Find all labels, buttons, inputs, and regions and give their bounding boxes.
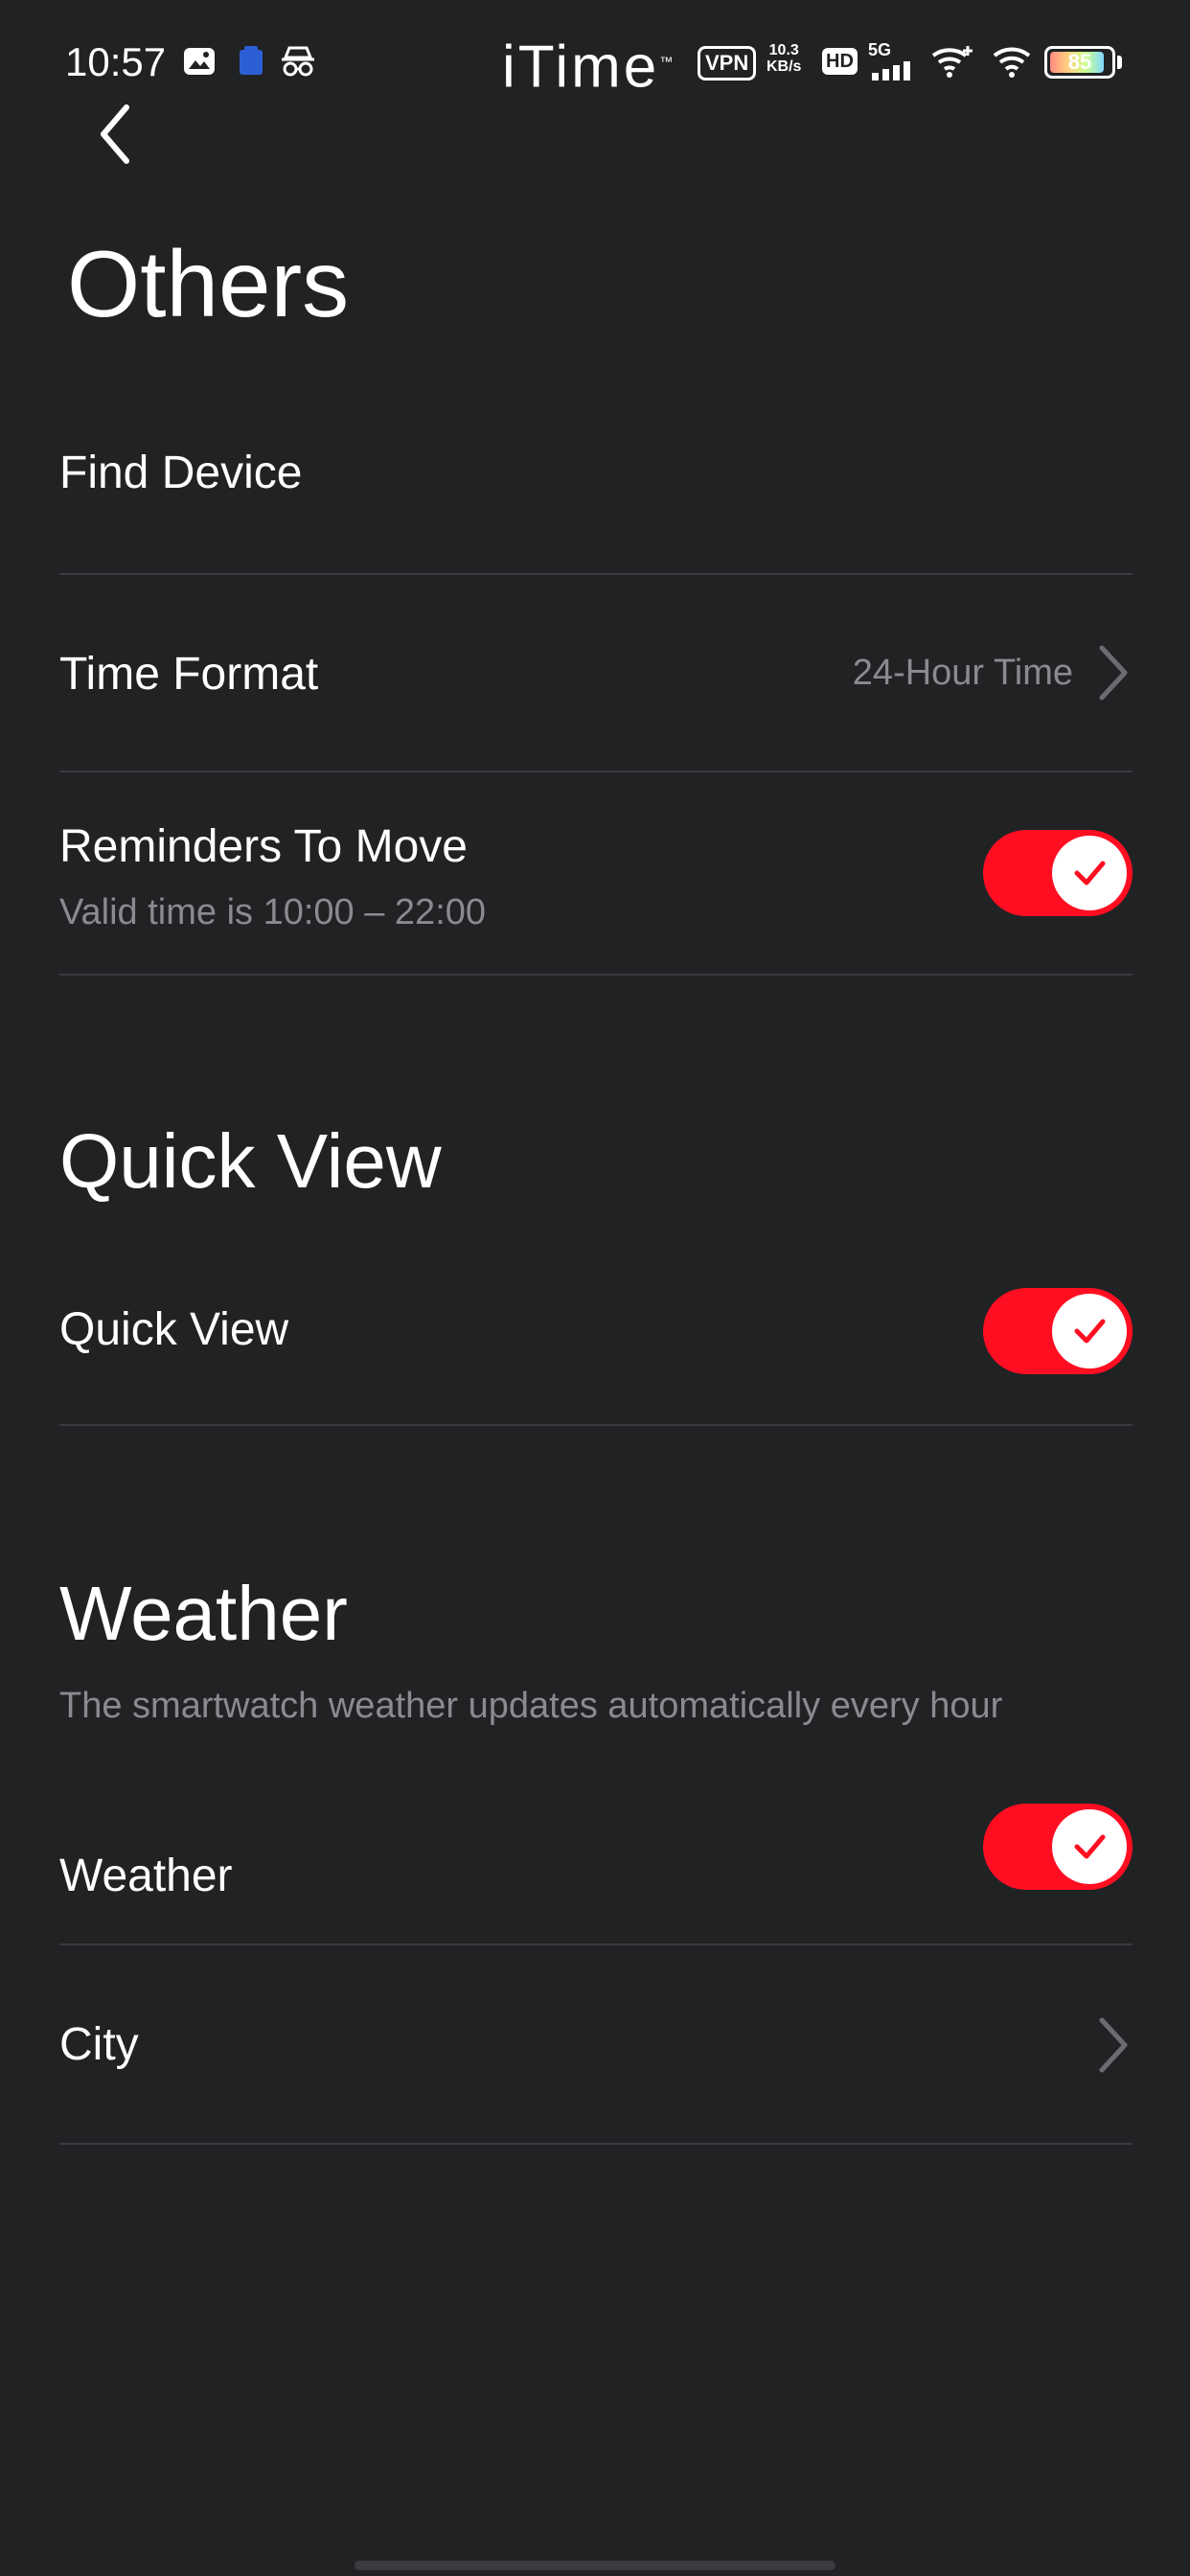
quick-view-row: Quick View: [59, 1236, 1133, 1426]
weather-label: Weather: [59, 1851, 233, 1901]
wifi-plus-icon: [931, 46, 973, 78]
battery-icon: 85: [1044, 46, 1115, 79]
check-icon: [1074, 861, 1106, 886]
check-icon: [1074, 1319, 1106, 1344]
time-format-label: Time Format: [59, 649, 319, 700]
quick-view-section-title: Quick View: [59, 1118, 442, 1204]
toggle-knob: [1052, 836, 1127, 910]
hd-badge: HD: [822, 48, 858, 75]
reminders-to-move-row: Reminders To Move Valid time is 10:00 – …: [59, 772, 1133, 976]
gallery-icon: [184, 48, 215, 75]
find-device-label: Find Device: [59, 448, 303, 498]
battery-cap: [1117, 56, 1122, 69]
quick-view-label: Quick View: [59, 1304, 289, 1355]
check-icon: [1074, 1834, 1106, 1859]
time-format-value: 24-Hour Time: [852, 653, 1073, 693]
back-button[interactable]: [77, 96, 153, 172]
wifi-icon: [993, 47, 1031, 78]
toggle-knob: [1052, 1809, 1127, 1884]
chevron-left-icon: [101, 104, 129, 164]
page-title: Others: [67, 231, 350, 336]
chevron-right-icon: [1099, 645, 1128, 701]
toggle-knob: [1052, 1294, 1127, 1368]
weather-row: Weather: [59, 1744, 1133, 1945]
network-speed: 10.3 KB/s: [767, 42, 802, 75]
city-label: City: [59, 2019, 139, 2070]
brand-logo: iTime™: [502, 34, 676, 101]
weather-toggle[interactable]: [983, 1804, 1133, 1890]
city-row[interactable]: City: [59, 1945, 1133, 2145]
incognito-icon: [282, 46, 314, 77]
battery-level: 85: [1067, 50, 1092, 74]
weather-description: The smartwatch weather updates automatic…: [59, 1686, 1003, 1726]
reminders-subtitle: Valid time is 10:00 – 22:00: [59, 892, 487, 932]
chevron-right-icon: [1099, 2017, 1128, 2073]
weather-section-title: Weather: [59, 1571, 348, 1656]
time-format-row[interactable]: Time Format 24-Hour Time: [59, 575, 1133, 772]
quick-view-toggle[interactable]: [983, 1288, 1133, 1374]
vpn-badge: VPN: [698, 46, 757, 80]
home-indicator[interactable]: [355, 2561, 835, 2570]
reminders-label: Reminders To Move: [59, 821, 468, 872]
app-notification-icon: [240, 46, 263, 75]
status-time: 10:57: [65, 39, 167, 84]
reminders-toggle[interactable]: [983, 830, 1133, 916]
signal-bars-icon: [872, 61, 910, 80]
network-type: 5G: [868, 40, 892, 59]
find-device-row[interactable]: Find Device: [59, 422, 1133, 575]
